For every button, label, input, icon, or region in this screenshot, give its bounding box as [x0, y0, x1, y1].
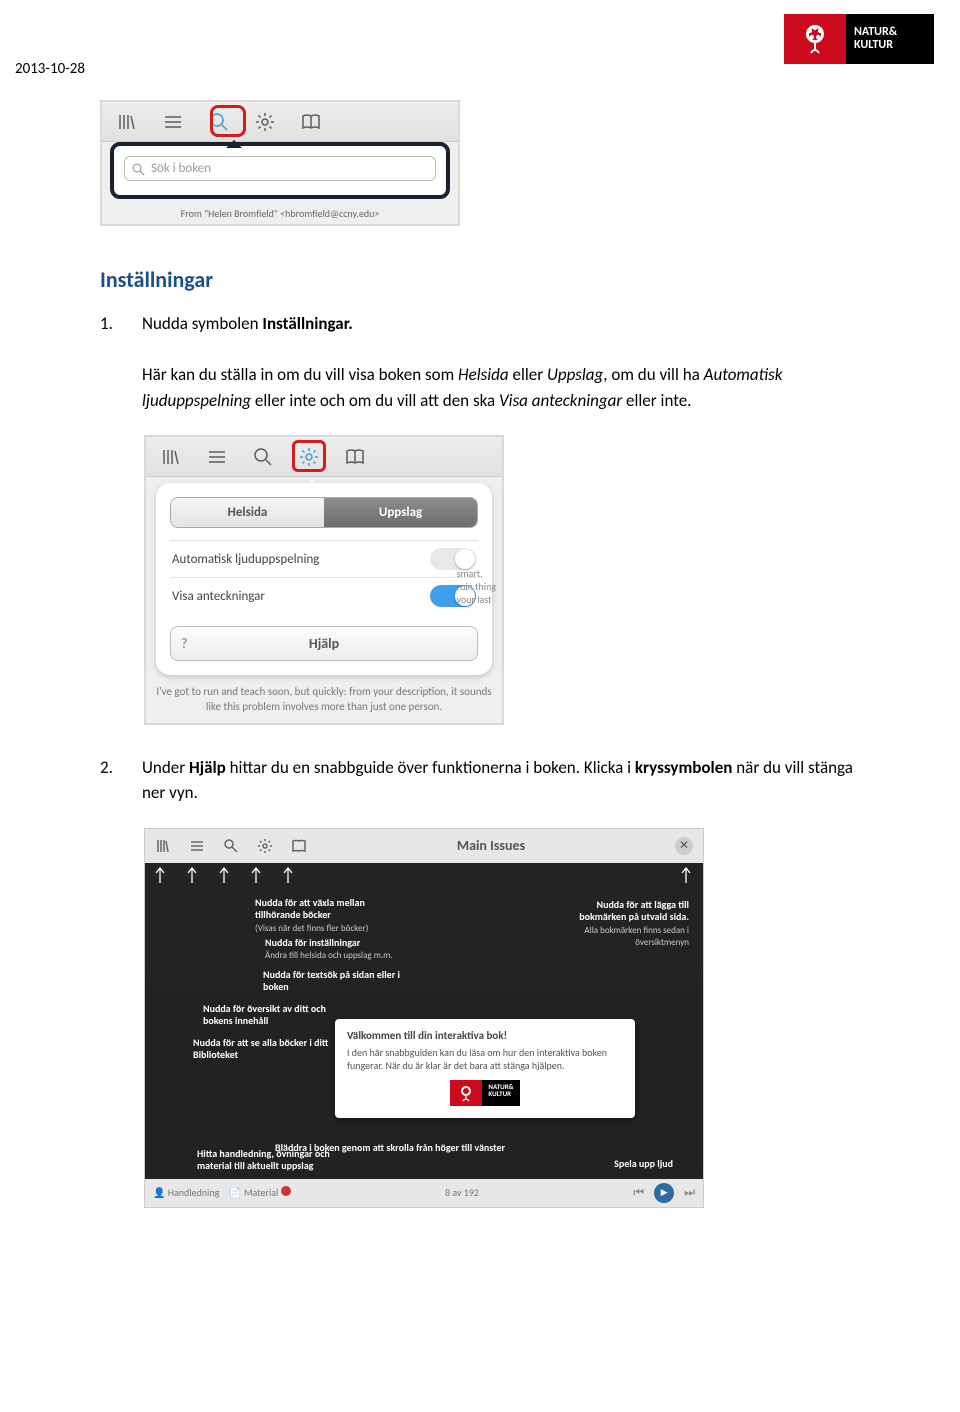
list-icon [189, 838, 205, 854]
search-icon [223, 838, 239, 854]
highlight-ring [292, 440, 326, 472]
doc-date: 2013-10-28 [15, 60, 85, 78]
list-icon [206, 446, 228, 468]
view-mode-segment[interactable]: Helsida Uppslag [170, 497, 478, 528]
play-icon[interactable]: ▶ [654, 1183, 674, 1203]
search-popover: Sök i boken [110, 142, 450, 199]
from-line: From "Helen Bromfield" <hbromfield@ccny.… [102, 207, 458, 220]
segment-helsida[interactable]: Helsida [171, 498, 324, 527]
search-input[interactable]: Sök i boken [124, 156, 436, 181]
bg-text-fragment: smart, ruin thing your last [457, 567, 496, 606]
help-label: Hjälp [309, 635, 339, 652]
help-button[interactable]: ? Hjälp [170, 626, 478, 661]
step-text: Under Hjälp hittar du en snabbguide över… [142, 755, 860, 806]
annotation-material: Hitta handledning, övningar och material… [197, 1148, 357, 1173]
app-toolbar [102, 102, 458, 142]
library-icon [160, 446, 182, 468]
settings-popover: Helsida Uppslag Automatisk ljuduppspelni… [156, 483, 492, 675]
section-heading: Inställningar [100, 266, 860, 293]
annotation-toc: Nudda för översikt av ditt och bokens in… [203, 1003, 353, 1028]
brand-logo: NATUR& KULTUR [784, 14, 934, 64]
brand-line2: KULTUR [854, 39, 934, 52]
screenshot-settings-panel: Helsida Uppslag Automatisk ljuduppspelni… [144, 435, 504, 725]
row-annotations: Visa anteckningar [170, 577, 478, 614]
step-2: 2. Under Hjälp hittar du en snabbguide ö… [100, 755, 860, 806]
row-label: Visa anteckningar [172, 589, 265, 604]
page-title: Main Issues [325, 837, 657, 854]
next-icon[interactable]: ⏭ [684, 1186, 695, 1200]
screenshot-search-toolbar: Sök i boken From "Helen Bromfield" <hbro… [100, 100, 460, 226]
library-icon [116, 111, 138, 133]
screenshot-help-overlay: Main Issues ✕ Nudda för att växla mellan… [144, 828, 704, 1208]
question-icon: ? [181, 635, 188, 652]
brand-text: NATUR& KULTUR [846, 14, 934, 64]
step-number: 1. [100, 311, 118, 413]
bg-caption: I've got to run and teach soon, but quic… [146, 681, 502, 723]
search-placeholder: Sök i boken [151, 161, 211, 176]
book-icon [300, 111, 322, 133]
step-number: 2. [100, 755, 118, 806]
annotation-search: Nudda för textsök på sidan eller i boken [263, 969, 413, 994]
library-icon [155, 838, 171, 854]
welcome-body: I den här snabbguiden kan du läsa om hur… [347, 1046, 623, 1072]
row-autoplay: Automatisk ljuduppspelning [170, 540, 478, 577]
brand-emblem [784, 14, 846, 64]
gear-icon [254, 111, 276, 133]
book-icon [291, 838, 307, 854]
list-icon [162, 111, 184, 133]
bottom-bar: 👤 Handledning 📄 Material 8 av 192 ⏮ ▶ ⏭ [145, 1179, 703, 1207]
annotation-books: Nudda för att växla mellan tillhörande b… [255, 897, 405, 935]
page-indicator: 8 av 192 [301, 1186, 624, 1199]
welcome-title: Välkommen till din interaktiva bok! [347, 1029, 623, 1042]
search-icon [252, 446, 274, 468]
annotation-library: Nudda för att se alla böcker i ditt Bibl… [193, 1037, 343, 1062]
row-label: Automatisk ljuduppspelning [172, 552, 319, 567]
welcome-modal: Välkommen till din interaktiva bok! I de… [335, 1019, 635, 1118]
arrow-row [153, 865, 295, 885]
step-text: Nudda symbolen Inställningar. Här kan du… [142, 311, 860, 413]
handledning-label: 👤 Handledning [153, 1186, 219, 1199]
material-label: 📄 Material [229, 1186, 290, 1199]
app-toolbar: Main Issues ✕ [145, 829, 703, 863]
annotation-settings: Nudda för inställningar Ändra till helsi… [265, 937, 425, 962]
prev-icon[interactable]: ⏮ [633, 1186, 644, 1200]
gear-icon [257, 838, 273, 854]
step-1: 1. Nudda symbolen Inställningar. Här kan… [100, 311, 860, 413]
arrow-up-icon [679, 865, 693, 890]
annotation-bookmark: Nudda för att lägga till bokmärken på ut… [569, 899, 689, 949]
book-icon [344, 446, 366, 468]
segment-uppslag[interactable]: Uppslag [324, 498, 477, 527]
annotation-audio: Spela upp ljud [614, 1158, 673, 1171]
welcome-logo: NATUR&KULTUR [347, 1080, 623, 1106]
close-icon[interactable]: ✕ [675, 837, 693, 855]
